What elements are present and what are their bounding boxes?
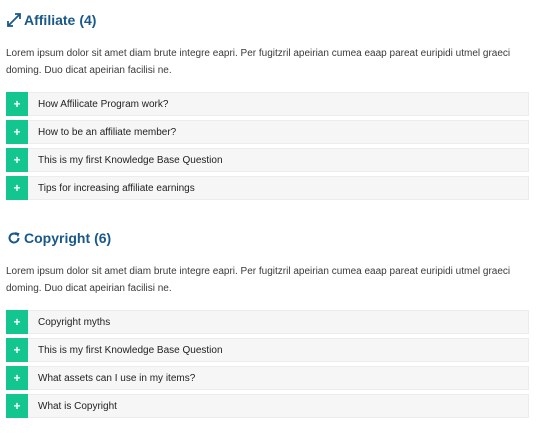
section-title[interactable]: Copyright (6) — [6, 228, 529, 248]
expand-arrows-icon — [6, 12, 22, 28]
expand-plus-icon[interactable]: + — [6, 148, 28, 172]
expand-plus-icon[interactable]: + — [6, 394, 28, 418]
section-count: (6) — [94, 230, 112, 246]
question-item[interactable]: + How Affilicate Program work? — [6, 92, 529, 116]
refresh-icon — [6, 230, 22, 246]
section-title[interactable]: Affiliate (4) — [6, 10, 529, 30]
question-item[interactable]: + How to be an affiliate member? — [6, 120, 529, 144]
question-list: + Copyright myths + This is my first Kno… — [6, 310, 529, 418]
section-count: (4) — [79, 12, 97, 28]
kb-section-affiliate: Affiliate (4) Lorem ipsum dolor sit amet… — [6, 10, 529, 204]
expand-plus-icon[interactable]: + — [6, 120, 28, 144]
expand-plus-icon[interactable]: + — [6, 176, 28, 200]
question-item[interactable]: + What assets can I use in my items? — [6, 366, 529, 390]
question-item[interactable]: + Tips for increasing affiliate earnings — [6, 176, 529, 200]
section-description: Lorem ipsum dolor sit amet diam brute in… — [6, 48, 511, 76]
section-title-text: Affiliate — [24, 12, 76, 28]
question-label[interactable]: What is Copyright — [38, 401, 117, 412]
question-label[interactable]: This is my first Knowledge Base Question — [38, 345, 223, 356]
question-list: + How Affilicate Program work? + How to … — [6, 92, 529, 200]
expand-plus-icon[interactable]: + — [6, 92, 28, 116]
question-label[interactable]: Tips for increasing affiliate earnings — [38, 183, 195, 194]
kb-section-copyright: Copyright (6) Lorem ipsum dolor sit amet… — [6, 228, 529, 422]
question-item[interactable]: + This is my first Knowledge Base Questi… — [6, 338, 529, 362]
expand-plus-icon[interactable]: + — [6, 338, 28, 362]
section-description: Lorem ipsum dolor sit amet diam brute in… — [6, 266, 511, 294]
question-label[interactable]: This is my first Knowledge Base Question — [38, 155, 223, 166]
section-title-text: Copyright — [24, 230, 91, 246]
question-label[interactable]: What assets can I use in my items? — [38, 373, 195, 384]
question-item[interactable]: + This is my first Knowledge Base Questi… — [6, 148, 529, 172]
expand-plus-icon[interactable]: + — [6, 366, 28, 390]
question-item[interactable]: + Copyright myths — [6, 310, 529, 334]
expand-plus-icon[interactable]: + — [6, 310, 28, 334]
question-label[interactable]: How Affilicate Program work? — [38, 99, 168, 110]
question-label[interactable]: How to be an affiliate member? — [38, 127, 176, 138]
question-item[interactable]: + What is Copyright — [6, 394, 529, 418]
question-label[interactable]: Copyright myths — [38, 317, 110, 328]
